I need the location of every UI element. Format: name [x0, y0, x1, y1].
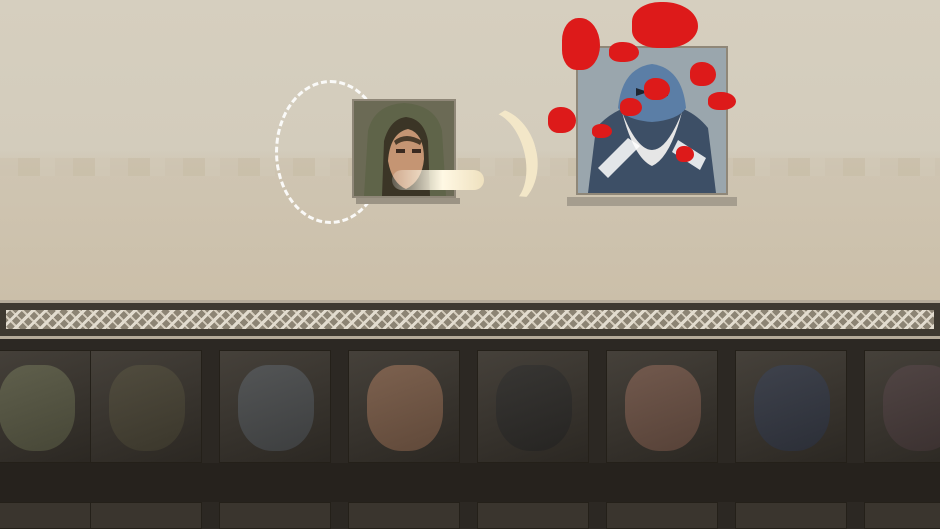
slot-shade — [736, 351, 846, 462]
roster-slot[interactable] — [477, 502, 589, 529]
roster-slot[interactable] — [477, 350, 589, 463]
blood-splatter-effect — [690, 62, 716, 86]
roster-slot[interactable] — [864, 502, 940, 529]
roster-slot[interactable] — [219, 502, 331, 529]
blood-splatter-effect — [562, 18, 600, 70]
roster-slot[interactable] — [735, 350, 847, 463]
blood-splatter-effect — [632, 2, 698, 48]
blood-splatter-effect — [676, 146, 694, 162]
roster-slot[interactable] — [606, 350, 718, 463]
slot-shade — [220, 351, 330, 462]
roster-slot[interactable] — [90, 502, 202, 529]
hero-pedestal — [356, 198, 460, 204]
blood-splatter-effect — [609, 42, 639, 62]
ornamental-divider — [0, 300, 940, 339]
blood-splatter-effect — [548, 107, 576, 133]
roster-slot[interactable] — [606, 502, 718, 529]
roster-row-divider — [0, 463, 940, 502]
blood-splatter-effect — [620, 98, 642, 116]
slot-shade — [349, 351, 459, 462]
roster-slot[interactable] — [219, 350, 331, 463]
blood-splatter-effect — [708, 92, 736, 110]
slot-shade — [91, 351, 201, 462]
slot-shade — [478, 351, 588, 462]
roster-slot[interactable] — [90, 350, 202, 463]
slot-shade — [607, 351, 717, 462]
roster-slot[interactable] — [735, 502, 847, 529]
blood-splatter-effect — [644, 78, 670, 100]
slot-shade — [865, 351, 940, 462]
roster-slot[interactable] — [348, 350, 460, 463]
roster-slot[interactable] — [864, 350, 940, 463]
slot-shade — [0, 351, 91, 462]
enemy-pedestal — [567, 197, 737, 206]
roster-slot[interactable] — [0, 350, 92, 463]
blood-splatter-effect — [592, 124, 612, 138]
knotwork-pattern — [6, 310, 934, 329]
roster-slot[interactable] — [348, 502, 460, 529]
roster-slot[interactable] — [0, 502, 92, 529]
